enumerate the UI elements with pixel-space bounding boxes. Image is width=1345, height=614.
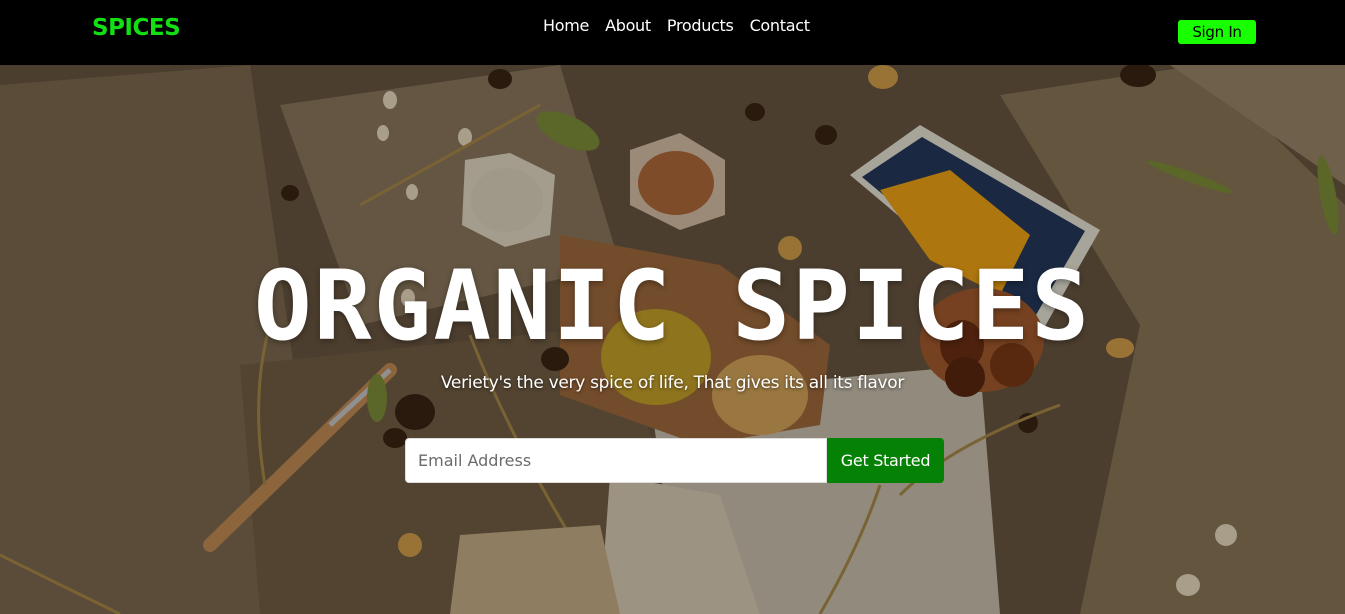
email-input[interactable] [405, 438, 827, 483]
email-signup-form: Get Started [405, 438, 944, 483]
nav-link-home[interactable]: Home [543, 16, 589, 35]
nav-links: Home About Products Contact [543, 16, 810, 35]
sign-in-button[interactable]: Sign In [1178, 20, 1256, 44]
nav-link-contact[interactable]: Contact [750, 16, 810, 35]
nav-link-about[interactable]: About [605, 16, 651, 35]
hero-section: ORGANIC SPICES Veriety's the very spice … [0, 65, 1345, 614]
get-started-button[interactable]: Get Started [827, 438, 944, 483]
nav-link-products[interactable]: Products [667, 16, 734, 35]
hero-subtitle: Veriety's the very spice of life, That g… [440, 373, 905, 393]
brand-logo[interactable]: SPICES [92, 15, 181, 41]
navbar: SPICES Home About Products Contact Sign … [0, 0, 1345, 65]
hero-title: ORGANIC SPICES [253, 250, 1092, 362]
